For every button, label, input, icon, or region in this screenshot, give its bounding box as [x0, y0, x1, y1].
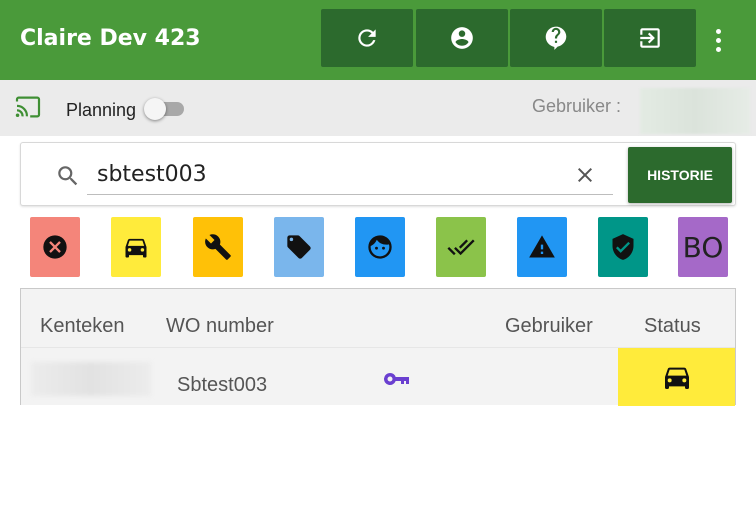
- logout-button[interactable]: [604, 9, 696, 67]
- filter-repair[interactable]: [193, 217, 243, 277]
- done-all-icon: [447, 239, 475, 256]
- cast-icon[interactable]: [14, 96, 42, 118]
- gebruiker-value-redacted: [640, 88, 750, 134]
- status-cell: [618, 348, 735, 406]
- warning-icon: [529, 235, 555, 258]
- refresh-button[interactable]: [321, 9, 413, 67]
- filter-done[interactable]: [436, 217, 486, 277]
- table-row[interactable]: Sbtest003: [21, 347, 735, 406]
- wo-number-value: Sbtest003: [177, 374, 268, 396]
- kenteken-value-redacted: [31, 362, 151, 396]
- filter-cancelled[interactable]: [30, 217, 80, 277]
- tag-icon: [287, 235, 311, 259]
- planning-label: Planning: [66, 100, 137, 120]
- help-icon: [545, 26, 567, 50]
- filter-vehicle[interactable]: [111, 217, 161, 277]
- account-button[interactable]: [416, 9, 508, 67]
- planning-bar: Planning Gebruiker :: [0, 80, 756, 136]
- account-icon: [451, 27, 473, 49]
- face-icon: [368, 235, 392, 259]
- app-root: Claire Dev 423 Planning Gebruiker : sbte…: [0, 0, 756, 525]
- historie-button[interactable]: HISTORIE: [628, 147, 732, 203]
- column-header-wo-number[interactable]: WO number: [166, 315, 274, 338]
- car-icon: [664, 367, 689, 389]
- close-icon[interactable]: [573, 163, 597, 187]
- search-icon: [58, 166, 78, 186]
- shield-check-icon: [612, 234, 634, 260]
- toggle-thumb: [144, 98, 166, 120]
- cancel-icon: [43, 235, 67, 259]
- planning-toggle[interactable]: [144, 98, 184, 120]
- filter-verified[interactable]: [598, 217, 648, 277]
- car-icon: [125, 238, 147, 258]
- gebruiker-label: Gebruiker :: [532, 96, 622, 116]
- filter-label[interactable]: [274, 217, 324, 277]
- search-input[interactable]: [87, 155, 613, 195]
- filter-customer[interactable]: [355, 217, 405, 277]
- bo-label: BO: [682, 230, 724, 264]
- work-order-table: Kenteken WO number Gebruiker Status Sbte…: [20, 288, 736, 406]
- filter-warning[interactable]: [517, 217, 567, 277]
- app-header: Claire Dev 423: [0, 0, 756, 80]
- wrench-icon: [205, 234, 231, 260]
- search-card: HISTORIE: [20, 142, 736, 206]
- column-header-kenteken[interactable]: Kenteken: [40, 315, 125, 338]
- column-header-gebruiker[interactable]: Gebruiker: [505, 315, 593, 338]
- key-icon[interactable]: [383, 370, 411, 388]
- help-button[interactable]: [510, 9, 602, 67]
- more-vert-icon[interactable]: [706, 24, 730, 56]
- refresh-icon: [358, 29, 376, 47]
- app-title: Claire Dev 423: [20, 26, 201, 51]
- column-header-status[interactable]: Status: [644, 315, 701, 338]
- logout-icon: [640, 28, 660, 48]
- filter-bo[interactable]: BO: [678, 217, 728, 277]
